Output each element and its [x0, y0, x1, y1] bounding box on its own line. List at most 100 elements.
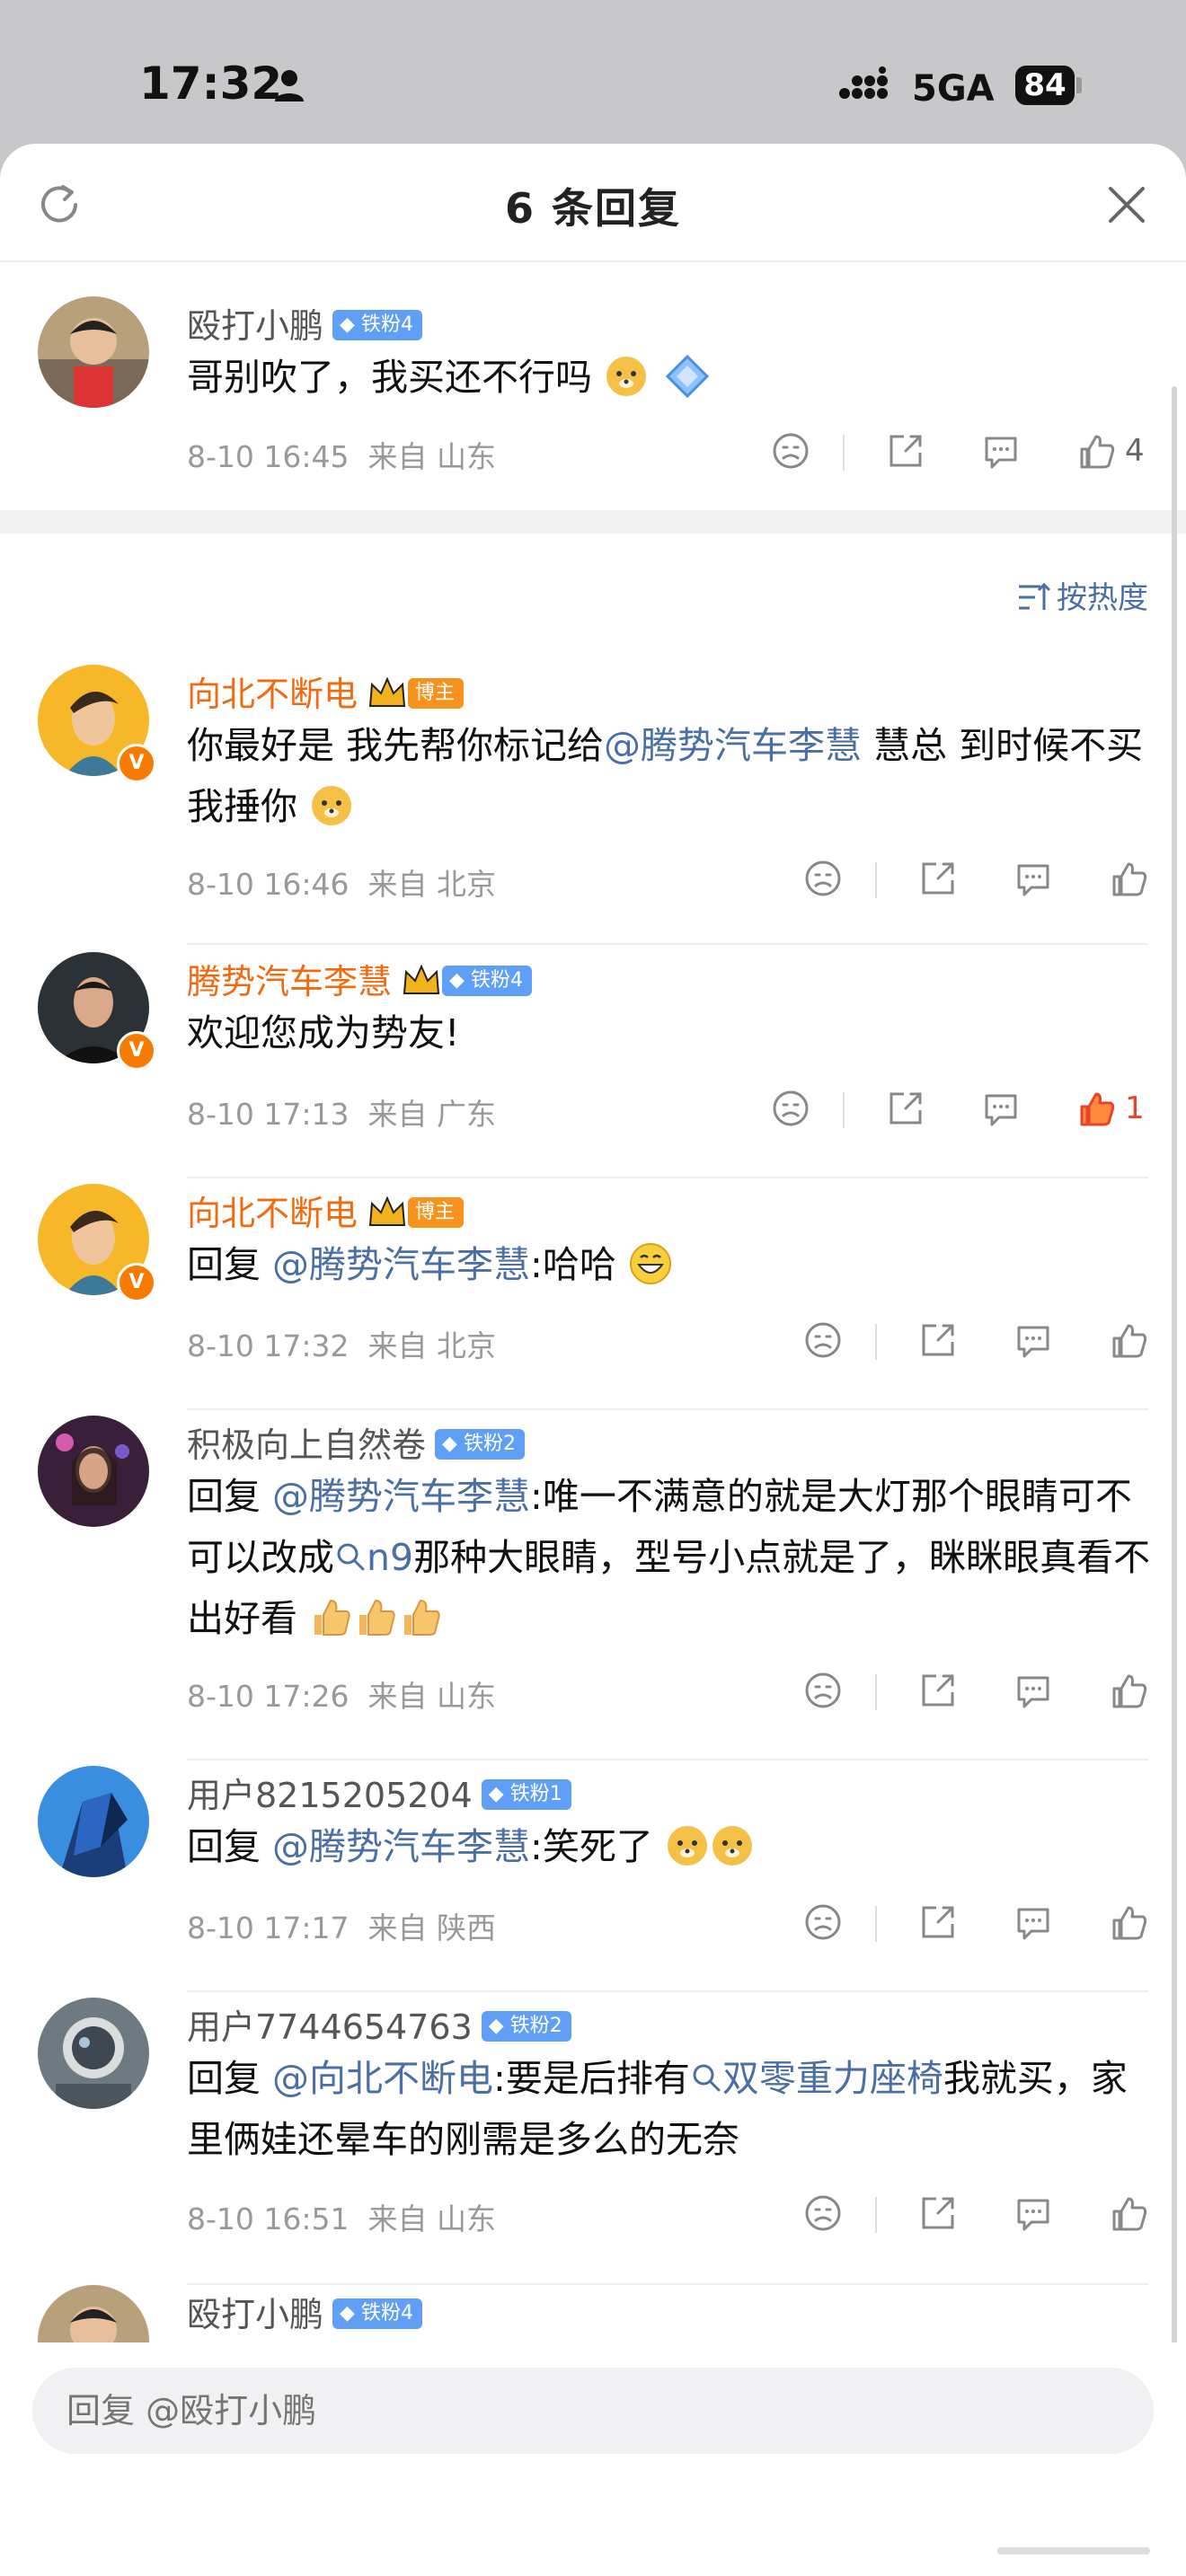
reply-text-part: 你最好是 我先帮你标记给	[187, 724, 605, 767]
share-icon[interactable]	[886, 1089, 925, 1128]
reply-actions: 1	[771, 1089, 1148, 1134]
scrollbar[interactable]	[1172, 386, 1177, 2434]
close-icon[interactable]	[1103, 181, 1150, 228]
share-icon[interactable]	[918, 1671, 958, 1710]
username-text[interactable]: 殴打小鹏	[187, 2295, 323, 2334]
search-term[interactable]: n9	[367, 1536, 413, 1579]
username[interactable]: 向北不断电 博主	[187, 1186, 465, 1235]
reply-text-part: 欢迎您成为势友!	[187, 1011, 460, 1054]
comment-icon[interactable]	[1013, 859, 1053, 898]
doge-emoji-icon	[712, 1826, 752, 1866]
share-icon[interactable]	[918, 2193, 958, 2233]
avatar[interactable]: V	[38, 1184, 156, 1302]
search-icon	[693, 2064, 721, 2092]
crown-icon	[368, 1195, 406, 1226]
mention-link[interactable]: @腾势汽车李慧	[272, 1475, 530, 1518]
like-count: 1	[1125, 1090, 1145, 1126]
username[interactable]: 积极向上自然卷 ◆ 铁粉2	[187, 1417, 525, 1467]
comment-icon[interactable]	[1013, 2193, 1053, 2233]
mention-link[interactable]: @向北不断电	[272, 2057, 493, 2100]
action-separator	[875, 862, 877, 898]
doge-emoji-icon	[606, 357, 647, 396]
avatar-image	[38, 1766, 149, 1877]
action-separator	[875, 1674, 877, 1710]
username-text[interactable]: 殴打小鹏	[187, 306, 323, 346]
avatar[interactable]	[38, 1998, 149, 2109]
avatar[interactable]	[38, 1416, 149, 1527]
share-icon[interactable]	[918, 859, 958, 898]
reply-input-bar	[0, 2342, 1186, 2576]
search-link[interactable]: n9	[334, 1536, 413, 1579]
dislike-icon[interactable]	[803, 2193, 843, 2233]
mention-link[interactable]: @腾势汽车李慧	[272, 1243, 530, 1286]
comment-icon[interactable]	[1013, 1671, 1053, 1710]
reply-item: V 腾势汽车李慧 ◆ 铁粉4 欢迎您成为势友! 8-10 17:13 来自 广东 …	[0, 952, 1186, 1186]
crown-icon	[403, 964, 440, 994]
mention-link[interactable]: @腾势汽车李慧	[272, 1825, 530, 1868]
fan-badge: ◆ 铁粉4	[442, 965, 532, 996]
username[interactable]: 殴打小鹏 ◆ 铁粉4	[187, 2287, 422, 2336]
dislike-icon[interactable]	[771, 1089, 810, 1128]
reply-actions	[803, 1671, 1148, 1716]
dislike-icon[interactable]	[803, 1320, 843, 1360]
like-icon[interactable]	[1076, 431, 1116, 471]
share-icon[interactable]	[886, 431, 925, 471]
reply-text-part: 回复	[187, 1475, 273, 1518]
share-icon[interactable]	[918, 1320, 958, 1360]
reply-input[interactable]	[32, 2368, 1154, 2454]
liked-icon[interactable]	[1076, 1089, 1116, 1128]
avatar[interactable]: V	[38, 952, 156, 1071]
reply-meta: 8-10 16:46 来自 北京	[187, 860, 496, 904]
sort-button[interactable]: 按热度	[1017, 573, 1148, 617]
username-text[interactable]: 向北不断电	[187, 1194, 358, 1233]
reply-time: 8-10 16:46	[187, 867, 350, 902]
like-count: 4	[1125, 433, 1145, 469]
comment-icon[interactable]	[981, 431, 1021, 471]
like-icon[interactable]	[1109, 859, 1148, 898]
reply-text: 回复 @向北不断电:要是后排有 双零重力座椅我就买，家里俩娃还晕车的刚需是多么的无…	[187, 2048, 1157, 2170]
reply-text-part: :哈哈	[530, 1243, 616, 1286]
dislike-icon[interactable]	[771, 431, 810, 471]
dislike-icon[interactable]	[803, 1902, 843, 1942]
reply-location: 来自 山东	[367, 1679, 496, 1714]
like-icon[interactable]	[1109, 1902, 1148, 1942]
comment-text-content: 哥别吹了，我买还不行吗	[187, 356, 592, 399]
username-text[interactable]: 用户7744654763	[187, 2007, 473, 2047]
username[interactable]: 腾势汽车李慧 ◆ 铁粉4	[187, 954, 532, 1003]
avatar[interactable]	[38, 1766, 149, 1877]
reply-item: 积极向上自然卷 ◆ 铁粉2 回复 @腾势汽车李慧:唯一不满意的就是大灯那个眼睛可不…	[0, 1416, 1186, 1766]
username[interactable]: 殴打小鹏 ◆ 铁粉4	[187, 298, 422, 348]
reply-text-part: 回复	[187, 1243, 273, 1286]
reply-item: 用户8215205204 ◆ 铁粉1 回复 @腾势汽车李慧:笑死了 8-10 17…	[0, 1766, 1186, 1999]
search-term[interactable]: 双零重力座椅	[722, 2057, 943, 2100]
reply-location: 来自 陕西	[367, 1910, 496, 1945]
dislike-icon[interactable]	[803, 859, 843, 898]
dislike-icon[interactable]	[803, 1671, 843, 1710]
battery-indicator: 84	[1015, 66, 1075, 105]
avatar[interactable]: V	[38, 665, 156, 783]
action-separator	[843, 1092, 845, 1128]
mention-link[interactable]: @腾势汽车李慧	[604, 724, 862, 767]
like-icon[interactable]	[1109, 2193, 1148, 2233]
username-text[interactable]: 向北不断电	[187, 675, 358, 714]
like-icon[interactable]	[1109, 1320, 1148, 1360]
replies-sheet: 6 条回复 殴打小鹏 ◆ 铁粉4 哥别吹了，我买还不行吗 8-10 16:45 …	[0, 144, 1186, 2576]
status-time: 17:32	[139, 57, 283, 110]
username-text[interactable]: 腾势汽车李慧	[187, 962, 392, 1001]
username-text[interactable]: 积极向上自然卷	[187, 1425, 426, 1465]
reply-time: 8-10 17:32	[187, 1328, 350, 1363]
status-bar: 17:32 5GA 84	[0, 0, 1186, 144]
like-icon[interactable]	[1109, 1671, 1148, 1710]
username[interactable]: 用户7744654763 ◆ 铁粉2	[187, 1999, 571, 2049]
search-link[interactable]: 双零重力座椅	[690, 2057, 943, 2100]
share-icon[interactable]	[918, 1902, 958, 1942]
username[interactable]: 向北不断电 博主	[187, 666, 465, 716]
comment-icon[interactable]	[1013, 1320, 1053, 1360]
avatar-image	[38, 1416, 149, 1527]
reply-location: 来自 广东	[367, 1097, 496, 1132]
username-text[interactable]: 用户8215205204	[187, 1776, 473, 1815]
comment-icon[interactable]	[981, 1089, 1021, 1128]
avatar[interactable]	[38, 296, 149, 408]
username[interactable]: 用户8215205204 ◆ 铁粉1	[187, 1768, 571, 1817]
comment-icon[interactable]	[1013, 1902, 1053, 1942]
